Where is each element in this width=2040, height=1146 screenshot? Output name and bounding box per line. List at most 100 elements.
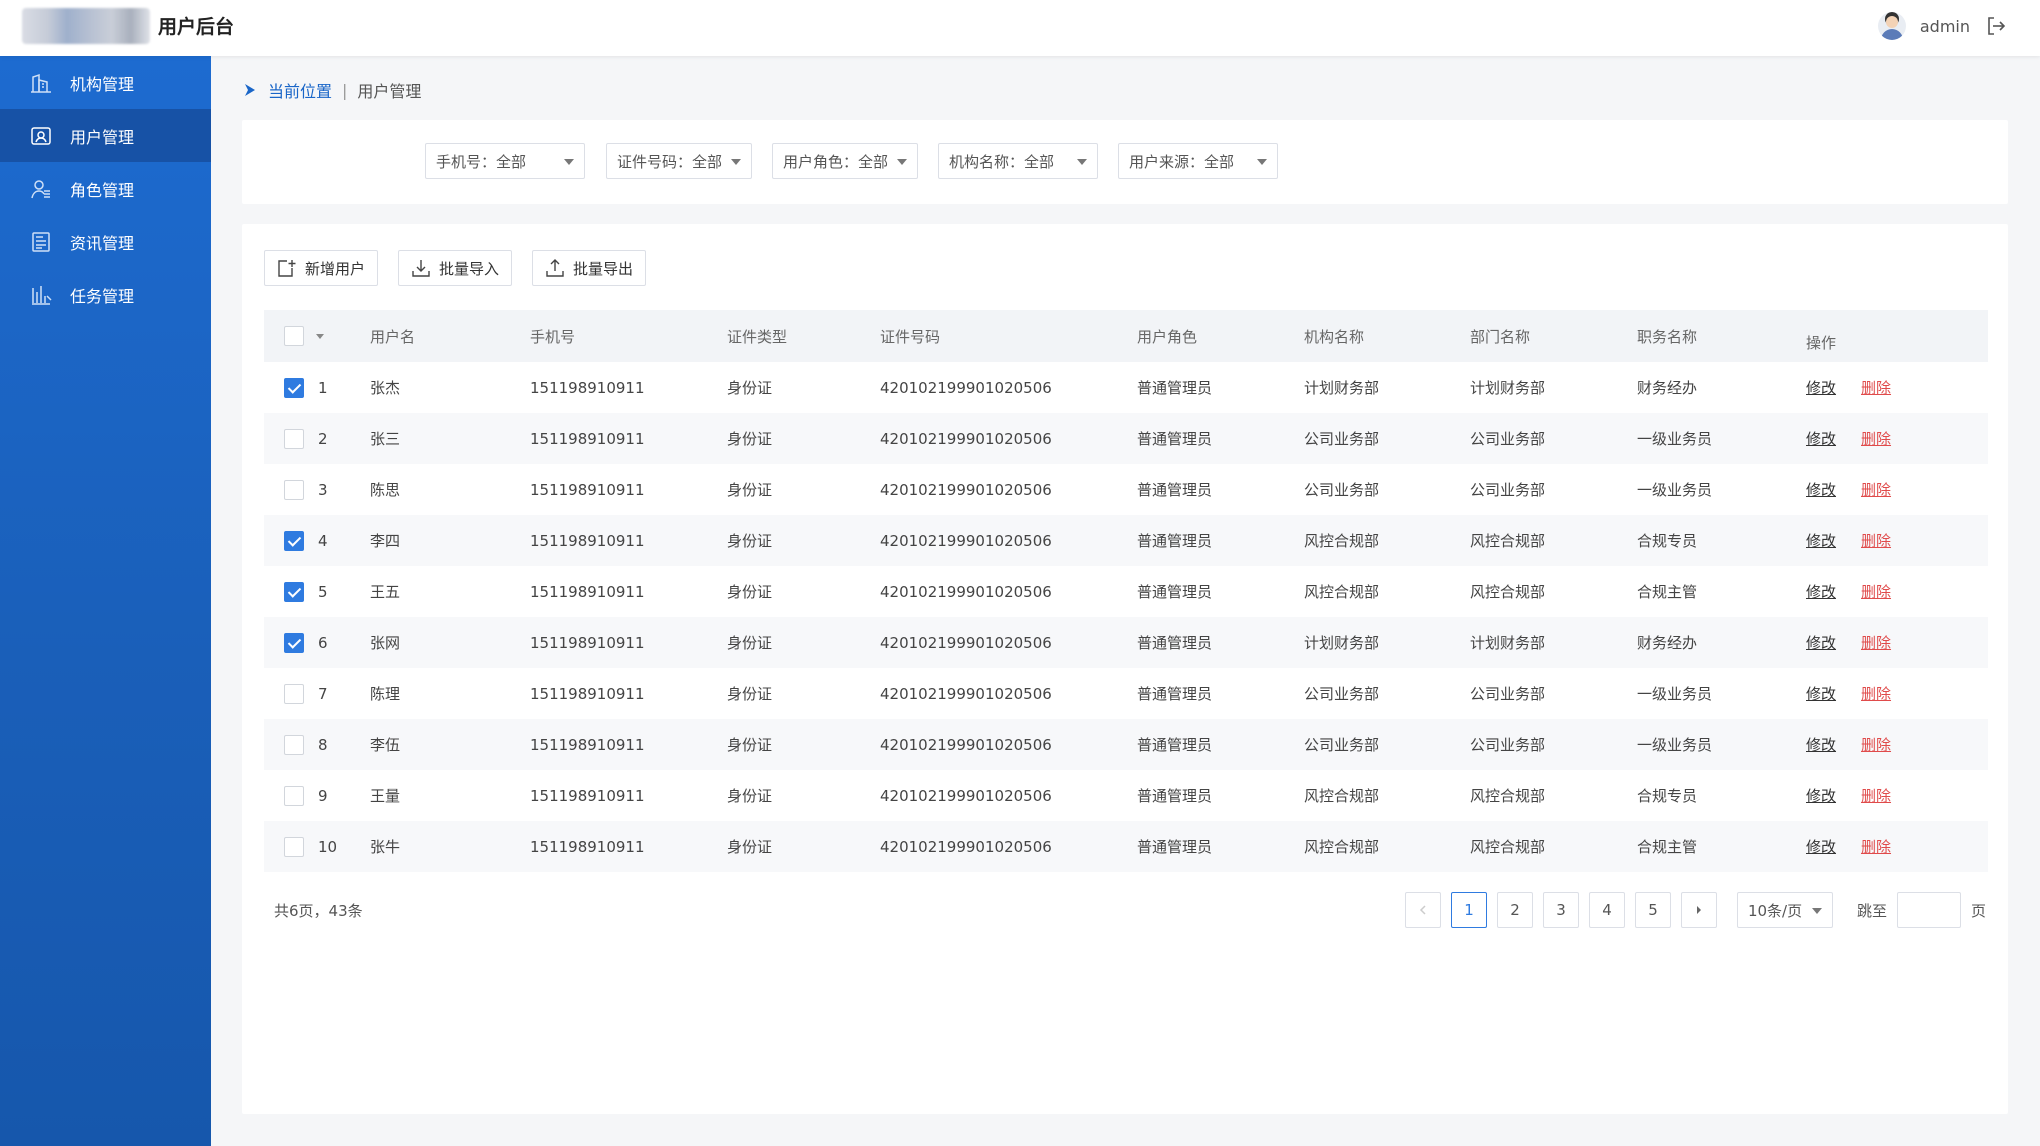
batch-export-button[interactable]: 批量导出 <box>532 250 647 286</box>
caret-down-icon <box>1077 159 1087 165</box>
row-checkbox[interactable] <box>284 785 304 806</box>
row-checkbox[interactable] <box>284 428 304 449</box>
cell-id-number: 420102199901020506 <box>880 378 1052 397</box>
page-size-select[interactable]: 10条/页 <box>1736 892 1833 928</box>
delete-link[interactable]: 删除 <box>1861 377 1891 398</box>
row-checkbox[interactable] <box>284 377 304 398</box>
task-chart-icon <box>32 285 52 305</box>
sidebar-item-roles[interactable]: 角色管理 <box>0 162 211 215</box>
delete-link[interactable]: 删除 <box>1861 530 1891 551</box>
user-name[interactable]: admin <box>1920 17 1970 36</box>
edit-link[interactable]: 修改 <box>1806 377 1836 398</box>
sidebar-item-label: 角色管理 <box>70 180 135 200</box>
filter-id-number[interactable]: 证件号码：全部 <box>606 143 752 179</box>
edit-link[interactable]: 修改 <box>1806 785 1836 806</box>
breadcrumb-current[interactable]: 当前位置 <box>268 78 332 102</box>
caret-down-icon[interactable] <box>316 334 324 339</box>
cell-id-type: 身份证 <box>727 787 773 805</box>
sidebar-item-news[interactable]: 资讯管理 <box>0 215 211 268</box>
cell-title: 合规主管 <box>1637 838 1698 856</box>
jump-page-input[interactable] <box>1896 892 1961 928</box>
filter-user-source[interactable]: 用户来源：全部 <box>1118 143 1278 179</box>
table-row: 3 陈思 151198910911 身份证 420102199901020506 普通管理… <box>264 464 1988 515</box>
delete-link[interactable]: 删除 <box>1861 683 1891 704</box>
cell-role: 普通管理员 <box>1137 379 1213 397</box>
cell-index: 10 <box>318 837 338 856</box>
next-page-button[interactable] <box>1680 892 1717 928</box>
delete-link[interactable]: 删除 <box>1861 428 1891 449</box>
sidebar-item-org[interactable]: 机构管理 <box>0 56 211 109</box>
table-row: 6 张网 151198910911 身份证 420102199901020506 普通管理… <box>264 617 1988 668</box>
edit-link[interactable]: 修改 <box>1806 530 1836 551</box>
cell-title: 一级业务员 <box>1637 481 1713 499</box>
cell-phone: 151198910911 <box>530 735 645 754</box>
table-row: 9 王量 151198910911 身份证 420102199901020506 普通管理… <box>264 770 1988 821</box>
cell-id-number: 420102199901020506 <box>880 837 1052 856</box>
delete-link[interactable]: 删除 <box>1861 581 1891 602</box>
cell-id-number: 420102199901020506 <box>880 531 1052 550</box>
prev-page-button[interactable] <box>1404 892 1441 928</box>
row-checkbox[interactable] <box>284 683 304 704</box>
cell-role: 普通管理员 <box>1137 838 1213 856</box>
filter-phone[interactable]: 手机号：全部 <box>425 143 585 179</box>
cell-title: 合规主管 <box>1637 583 1698 601</box>
cell-title: 合规专员 <box>1637 787 1698 805</box>
row-checkbox[interactable] <box>284 632 304 653</box>
logo <box>22 8 150 44</box>
row-checkbox[interactable] <box>284 479 304 500</box>
filter-org-name[interactable]: 机构名称：全部 <box>938 143 1098 179</box>
cell-dept: 公司业务部 <box>1470 685 1546 703</box>
page-button-4[interactable]: 4 <box>1588 892 1625 928</box>
cell-role: 普通管理员 <box>1137 430 1213 448</box>
cell-id-number: 420102199901020506 <box>880 582 1052 601</box>
sidebar-item-label: 任务管理 <box>70 286 135 306</box>
column-header-phone: 手机号 <box>530 327 576 346</box>
row-checkbox[interactable] <box>284 581 304 602</box>
avatar[interactable] <box>1877 12 1906 40</box>
cell-username: 陈理 <box>370 685 401 703</box>
column-header-org: 机构名称 <box>1304 327 1365 346</box>
filter-user-role[interactable]: 用户角色：全部 <box>772 143 918 179</box>
cell-role: 普通管理员 <box>1137 481 1213 499</box>
cell-index: 5 <box>318 582 328 601</box>
batch-import-button[interactable]: 批量导入 <box>398 250 513 286</box>
page-button-5[interactable]: 5 <box>1634 892 1671 928</box>
cell-username: 张杰 <box>370 379 401 397</box>
edit-link[interactable]: 修改 <box>1806 479 1836 500</box>
cell-dept: 风控合规部 <box>1470 838 1546 856</box>
page-button-1[interactable]: 1 <box>1450 892 1487 928</box>
edit-link[interactable]: 修改 <box>1806 734 1836 755</box>
cell-phone: 151198910911 <box>530 378 645 397</box>
cell-index: 7 <box>318 684 328 703</box>
cell-id-type: 身份证 <box>727 736 773 754</box>
sidebar-item-tasks[interactable]: 任务管理 <box>0 268 211 321</box>
delete-link[interactable]: 删除 <box>1861 632 1891 653</box>
edit-link[interactable]: 修改 <box>1806 632 1836 653</box>
caret-down-icon <box>564 159 574 165</box>
cell-org: 公司业务部 <box>1304 685 1380 703</box>
edit-link[interactable]: 修改 <box>1806 683 1836 704</box>
sidebar-item-users[interactable]: 用户管理 <box>0 109 211 162</box>
row-checkbox[interactable] <box>284 530 304 551</box>
download-icon <box>412 260 430 277</box>
delete-link[interactable]: 删除 <box>1861 836 1891 857</box>
delete-link[interactable]: 删除 <box>1861 734 1891 755</box>
page-button-2[interactable]: 2 <box>1496 892 1533 928</box>
edit-link[interactable]: 修改 <box>1806 836 1836 857</box>
row-checkbox[interactable] <box>284 734 304 755</box>
edit-link[interactable]: 修改 <box>1806 581 1836 602</box>
cell-title: 一级业务员 <box>1637 430 1713 448</box>
page-button-3[interactable]: 3 <box>1542 892 1579 928</box>
select-all-checkbox[interactable] <box>284 326 304 346</box>
add-user-button[interactable]: 新增用户 <box>264 250 379 286</box>
cell-phone: 151198910911 <box>530 684 645 703</box>
delete-link[interactable]: 删除 <box>1861 479 1891 500</box>
edit-link[interactable]: 修改 <box>1806 428 1836 449</box>
cell-title: 一级业务员 <box>1637 685 1713 703</box>
cell-username: 李伍 <box>370 736 401 754</box>
logout-icon[interactable] <box>1984 14 2008 38</box>
delete-link[interactable]: 删除 <box>1861 785 1891 806</box>
cell-username: 陈思 <box>370 481 401 499</box>
cell-id-number: 420102199901020506 <box>880 480 1052 499</box>
row-checkbox[interactable] <box>284 836 304 857</box>
